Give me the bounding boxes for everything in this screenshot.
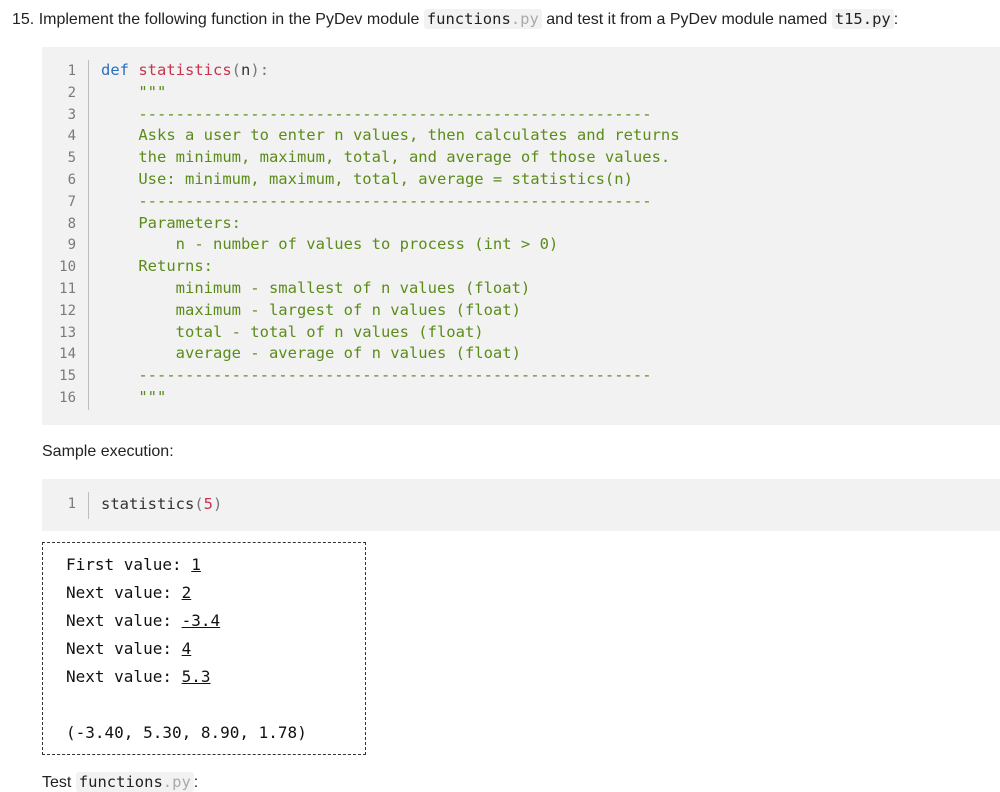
docstring-line: """: [101, 82, 167, 101]
console-input-line: First value: 1: [66, 555, 201, 574]
console-input-line: Next value: -3.4: [66, 611, 220, 630]
question-text-after: :: [893, 11, 899, 28]
docstring-line: ----------------------------------------…: [101, 191, 652, 210]
console-user-input: 4: [181, 639, 192, 658]
def-keyword: def: [101, 61, 129, 79]
line-number: 5: [67, 150, 76, 167]
console-input-line: Next value: 5.3: [66, 667, 211, 686]
module-name: functions: [426, 10, 511, 28]
question-text-middle: and test it from a PyDev module named: [546, 11, 828, 28]
code-line-call: statistics(5): [101, 495, 222, 513]
paren-open: (: [231, 61, 242, 79]
docstring-line: maximum - largest of n values (float): [101, 300, 521, 319]
line-number: 11: [59, 281, 76, 297]
docstring-line: Use: minimum, maximum, total, average = …: [101, 170, 633, 188]
question-text: 15. Implement the following function in …: [12, 8, 898, 31]
test-module-ext: .py: [162, 773, 191, 791]
code-block-function: 1 2 3 4 5 6 7 8 9 10 11 12 13 14 15 16 def statistics(n…: [42, 47, 1000, 425]
docstring-line: Returns:: [101, 257, 213, 276]
line-number: 9: [67, 237, 76, 254]
docstring-line: n - number of values to process (int > 0…: [101, 235, 559, 254]
inline-code-functions: functions.py: [423, 9, 542, 29]
docstring-line: the minimum, maximum, total, and average…: [101, 148, 671, 167]
console-user-input: 5.3: [181, 667, 211, 686]
call-function-name: statistics: [101, 495, 195, 513]
docstring-line: ----------------------------------------…: [101, 104, 652, 123]
console-prompt: Next value:: [66, 583, 182, 602]
param-n: n: [241, 61, 251, 79]
paren-close-colon: ):: [250, 61, 270, 79]
sample-execution-label: Sample execution:: [42, 443, 174, 460]
question-text-before: Implement the following function in the …: [38, 11, 420, 28]
docstring-line: minimum - smallest of n values (float): [101, 279, 531, 297]
docstring-line: total - total of n values (float): [101, 322, 484, 341]
module-ext: .py: [510, 10, 539, 28]
console-prompt: Next value:: [66, 611, 182, 630]
question-number: 15.: [12, 11, 35, 28]
code-line-def: def statistics(n):: [101, 61, 269, 79]
line-number: 3: [67, 106, 76, 123]
line-number: 1: [67, 496, 76, 512]
line-number: 6: [67, 172, 76, 188]
test-functions-label: Test functions.py:: [42, 772, 199, 792]
console-input-line: Next value: 4: [66, 639, 191, 658]
call-paren-close: ): [213, 495, 223, 513]
test-module-name: functions: [78, 773, 163, 791]
inline-code-t15: t15.py: [831, 9, 894, 29]
line-number: 16: [59, 390, 76, 406]
console-result: (-3.40, 5.30, 8.90, 1.78): [66, 723, 307, 742]
docstring-line: ----------------------------------------…: [101, 366, 652, 385]
console-prompt: Next value:: [66, 667, 182, 686]
console-user-input: 2: [181, 583, 192, 602]
docstring-line: Asks a user to enter n values, then calc…: [101, 126, 680, 145]
line-number: 2: [67, 84, 76, 101]
console-prompt: First value:: [66, 555, 192, 574]
console-user-input: 1: [191, 555, 201, 574]
line-number: 15: [59, 368, 76, 385]
call-paren-open: (: [194, 495, 204, 513]
function-name: statistics: [138, 61, 232, 79]
line-number: 1: [67, 63, 76, 79]
docstring-line: Parameters:: [101, 213, 241, 232]
call-argument: 5: [203, 495, 214, 513]
test-label-suffix: :: [193, 774, 199, 791]
line-number: 14: [59, 346, 76, 363]
line-number: 13: [59, 324, 76, 341]
console-prompt: Next value:: [66, 639, 182, 658]
docstring-line: average - average of n values (float): [101, 344, 521, 363]
code-block-call: 1 statistics(5): [42, 479, 1000, 531]
line-number: 4: [67, 128, 76, 145]
line-number-gutter: 1 2 3 4 5 6 7 8 9 10 11 12 13 14 15 16: [42, 60, 89, 410]
inline-code-functions-test: functions.py: [75, 772, 194, 792]
test-label-text: Test: [42, 774, 72, 791]
line-number: 7: [67, 193, 76, 210]
console-output: (-3.40, 5.30, 8.90, 1.78) First value: 1…: [42, 542, 366, 755]
console-input-line: Next value: 2: [66, 583, 191, 602]
line-number-gutter: 1: [42, 492, 89, 519]
line-number: 12: [59, 302, 76, 319]
line-number: 8: [67, 215, 76, 232]
console-user-input: -3.4: [181, 611, 221, 630]
line-number: 10: [59, 259, 76, 276]
docstring-line: """: [101, 388, 167, 406]
